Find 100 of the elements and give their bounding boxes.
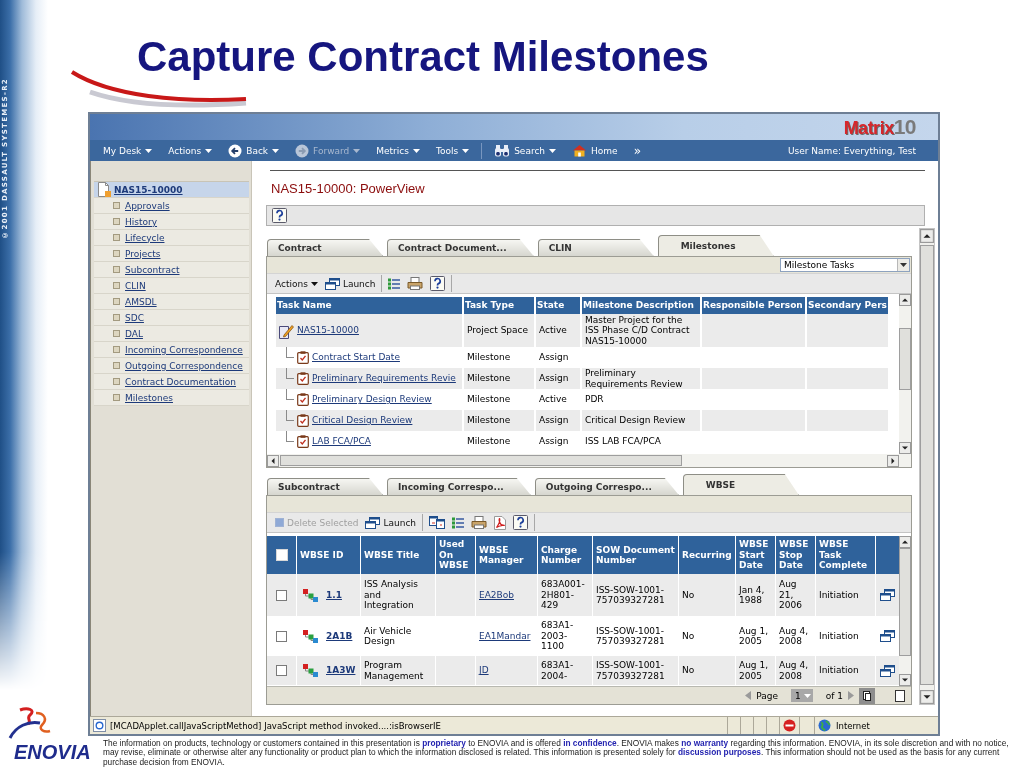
sidebar-item[interactable]: Projects	[94, 246, 249, 262]
column-header: Task Name	[276, 297, 464, 314]
manager-link[interactable]: EA1Mandar	[479, 630, 531, 642]
task-link[interactable]: Critical Design Review	[312, 415, 413, 426]
tab[interactable]: Subcontract	[267, 478, 383, 495]
sidebar-item[interactable]: Approvals	[94, 198, 249, 214]
menu-button[interactable]: Tools	[435, 145, 470, 156]
caret-icon	[803, 693, 811, 698]
tab[interactable]: Incoming Correspo...	[387, 478, 531, 495]
scroll-thumb[interactable]	[280, 455, 682, 466]
column-header: Recurring	[679, 536, 736, 574]
sidebar-item[interactable]: NAS15-10000	[94, 182, 249, 198]
clipboard-icon	[297, 393, 309, 406]
square-bullet-icon	[113, 282, 120, 289]
window-icon	[324, 277, 340, 290]
wbse-id-link[interactable]: 1.1	[326, 589, 342, 601]
vertical-scrollbar[interactable]	[899, 536, 911, 686]
page-icon[interactable]	[895, 689, 905, 702]
brand-logo-text: ENOVIA	[14, 742, 91, 762]
pdf-button[interactable]	[494, 515, 507, 530]
task-link[interactable]: Contract Start Date	[312, 352, 400, 363]
column-header: Charge Number	[538, 536, 593, 574]
square-bullet-icon	[113, 298, 120, 305]
sidebar-item[interactable]: SDC	[94, 310, 249, 326]
checkbox[interactable]	[276, 589, 287, 601]
convert-button[interactable]	[429, 516, 446, 529]
checklist-button[interactable]	[452, 516, 465, 529]
menu-button[interactable]: Actions	[275, 278, 318, 289]
page-view-icon[interactable]	[859, 687, 875, 704]
home-button[interactable]: Home	[572, 144, 618, 157]
tab[interactable]: Milestones	[657, 235, 774, 256]
help-icon[interactable]	[272, 208, 287, 223]
print-button[interactable]	[407, 277, 424, 290]
sidebar-item[interactable]: Subcontract	[94, 262, 249, 278]
tab[interactable]: Outgoing Correspo...	[534, 478, 679, 495]
tree-connector	[286, 368, 294, 379]
view-select[interactable]: Milestone Tasks	[780, 258, 910, 272]
scroll-thumb[interactable]	[920, 245, 934, 685]
window-icon[interactable]	[880, 589, 895, 601]
sidebar-item[interactable]: Contract Documentation	[94, 374, 249, 390]
wbse-id-link[interactable]: 2A1B	[326, 630, 353, 642]
checklist-button[interactable]	[388, 277, 401, 290]
task-link[interactable]: Preliminary Requirements Revie	[312, 373, 456, 384]
wbse-id-link[interactable]: 1A3W	[326, 665, 356, 676]
vertical-scrollbar[interactable]	[899, 294, 911, 454]
pager-total: of 1	[825, 690, 843, 701]
manager-link[interactable]: EA2Bob	[479, 589, 514, 601]
tab[interactable]: CLIN	[537, 239, 654, 256]
help-button[interactable]	[430, 276, 446, 291]
tab[interactable]: Contract Document...	[387, 239, 534, 256]
menu-button[interactable]: Metrics	[376, 145, 420, 156]
launch-button[interactable]: Launch	[365, 516, 417, 529]
help-icon	[513, 515, 529, 530]
window-icon[interactable]	[880, 664, 895, 677]
sidebar-item[interactable]: AMSDL	[94, 294, 249, 310]
menu-button[interactable]: Actions	[168, 145, 213, 156]
checklist-icon	[388, 277, 401, 290]
column-header: Milestone Description	[582, 297, 702, 314]
sidebar-item[interactable]: CLIN	[94, 278, 249, 294]
column-header: WBSE Task Complete	[816, 536, 876, 574]
launch-button[interactable]: Launch	[324, 277, 376, 290]
clipboard-icon	[297, 414, 309, 427]
tab[interactable]: WBSE	[682, 474, 799, 495]
menu-button[interactable]: My Desk	[103, 145, 153, 156]
horizontal-scrollbar[interactable]	[267, 454, 911, 467]
sidebar-item[interactable]: Milestones	[94, 390, 249, 406]
manager-link[interactable]: JD	[479, 665, 489, 676]
sidebar-item[interactable]: Incoming Correspondence	[94, 342, 249, 358]
window-icon[interactable]	[880, 630, 895, 642]
search-button[interactable]: Search	[494, 144, 557, 157]
more-button[interactable]: »	[633, 143, 641, 158]
task-link[interactable]: Preliminary Design Review	[312, 394, 432, 405]
sidebar-item[interactable]: Lifecycle	[94, 230, 249, 246]
tree-connector	[286, 389, 294, 400]
scroll-thumb[interactable]	[899, 328, 911, 390]
page-scrollbar[interactable]	[919, 228, 935, 705]
checkbox[interactable]	[276, 665, 287, 676]
back-button[interactable]: Back	[228, 143, 280, 158]
column-header: SOW Document Number	[593, 536, 679, 574]
sidebar-item[interactable]: History	[94, 214, 249, 230]
clipboard-icon	[297, 372, 309, 385]
tree-nodes-icon	[303, 664, 318, 677]
task-link[interactable]: NAS15-10000	[297, 325, 359, 336]
page-select[interactable]: 1	[791, 689, 813, 702]
print-button[interactable]	[471, 516, 488, 529]
task-link[interactable]: LAB FCA/PCA	[312, 436, 371, 447]
status-message: [MCADApplet.callJavaScriptMethod] JavaScript method invoked....:isBrowserIE	[110, 720, 441, 731]
sidebar-item[interactable]: Outgoing Correspondence	[94, 358, 249, 374]
help-button[interactable]	[513, 515, 529, 530]
tab[interactable]: Contract	[267, 239, 383, 256]
sidebar-item[interactable]: DAL	[94, 326, 249, 342]
select-all-checkbox[interactable]	[275, 549, 288, 561]
logo-text: Matrix10	[843, 115, 916, 139]
tree-connector	[286, 410, 294, 421]
pager-label: Page	[756, 690, 778, 701]
scroll-thumb[interactable]	[899, 548, 911, 656]
user-name: User Name: Everything, Test	[788, 145, 916, 156]
caret-icon	[205, 148, 213, 153]
checkbox[interactable]	[276, 630, 287, 642]
table-cell: ISS LAB FCA/PCA	[582, 431, 702, 452]
